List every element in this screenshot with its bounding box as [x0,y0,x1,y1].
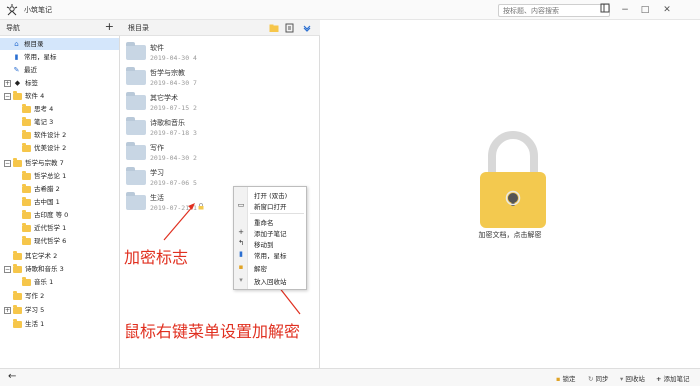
menu-item-rename[interactable]: 重命名 [234,216,306,227]
menu-item-star[interactable]: ▮ 常用，星标 [234,249,306,260]
plus-icon: + [656,375,662,383]
menu-item-move[interactable]: ↰ 移动到 [234,238,306,249]
lock-icon: ▪ [556,375,561,383]
menu-item-open-new-window[interactable]: ▭ 新窗口打开 [234,200,306,211]
sync-button[interactable]: ↻ 同步 [588,373,609,383]
menu-item-recycle[interactable]: ▾ 放入回收站 [234,275,306,286]
annotation-encrypt-mark: 加密标志 [124,248,189,267]
bookmark-icon: ▮ [239,250,243,258]
padlock-icon[interactable] [478,126,548,232]
status-bar: ← ▪ 锁定 ↻ 同步 ▾ 回收站 + 添加笔记 [0,368,700,386]
context-menu: 打开 (双击) ▭ 新窗口打开 重命名 + 添加子笔记 ↰ 移动到 ▮ 常用，星… [233,186,307,290]
annotation-right-click: 鼠标右键菜单设置加解密 [124,322,301,341]
back-arrow-icon[interactable]: ← [8,371,16,382]
menu-item-decrypt[interactable]: ▪ 解密 [234,262,306,273]
lock-button[interactable]: ▪ 锁定 [556,373,575,383]
menu-separator [250,213,304,214]
content-pane: 加密文档，点击解密 [320,20,700,368]
move-arrow-icon: ↰ [238,239,244,247]
trash-icon: ▾ [239,276,243,284]
trash-icon: ▾ [620,375,624,383]
add-note-button[interactable]: + 添加笔记 [656,373,690,383]
menu-item-open[interactable]: 打开 (双击) [234,189,306,200]
sync-icon: ↻ [588,375,594,383]
app-window: 小筑笔记 − □ ✕ 导航 + ⌂根目录 ▮常用，星标 ✎最近 +◆标签 −软件… [0,0,700,386]
menu-item-add-sub[interactable]: + 添加子笔记 [234,227,306,238]
lock-icon: ▪ [238,263,244,271]
recycle-bin-button[interactable]: ▾ 回收站 [620,373,645,383]
window-icon: ▭ [237,201,245,209]
lock-caption: 加密文档，点击解密 [478,231,542,239]
plus-icon: + [238,228,244,236]
